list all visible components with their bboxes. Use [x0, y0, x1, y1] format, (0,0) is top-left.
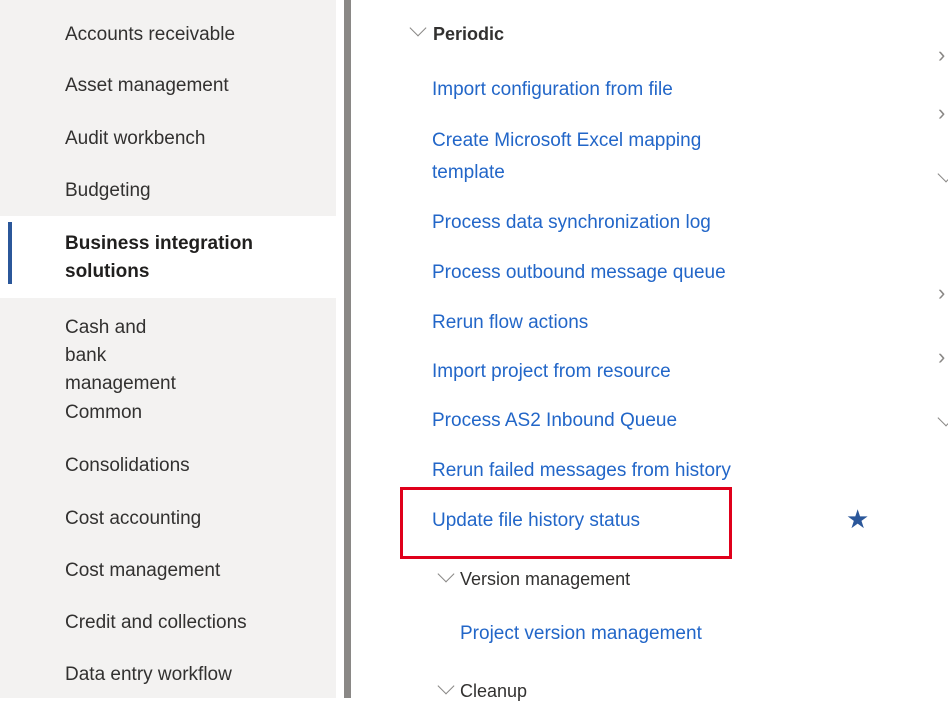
- link-import-configuration[interactable]: Import configuration from file: [432, 74, 673, 106]
- module-sidebar: Accounts receivable Asset management Aud…: [0, 0, 336, 698]
- sidebar-item-credit-and-collections[interactable]: Credit and collections: [0, 609, 336, 637]
- link-rerun-flow-actions[interactable]: Rerun flow actions: [432, 307, 588, 339]
- chevron-down-icon[interactable]: [937, 409, 948, 427]
- link-process-data-sync-log[interactable]: Process data synchronization log: [432, 207, 711, 239]
- sidebar-item-label: Asset management: [65, 75, 229, 96]
- active-indicator: [8, 222, 12, 284]
- section-title: Periodic: [433, 24, 505, 44]
- sidebar-item-label: Cost management: [65, 560, 221, 581]
- sidebar-item-label: Credit and collections: [65, 612, 247, 633]
- chevron-down-icon: [409, 19, 427, 37]
- sidebar-item-label: Data entry workflow: [65, 664, 232, 685]
- sidebar-item-cash-and-bank-management[interactable]: Cash and bank management: [0, 314, 336, 398]
- pane-divider[interactable]: [344, 0, 351, 698]
- chevron-right-icon[interactable]: ›: [938, 44, 945, 66]
- sidebar-item-cost-management[interactable]: Cost management: [0, 557, 336, 585]
- chevron-right-icon[interactable]: ›: [938, 102, 945, 124]
- sidebar-item-label: Audit workbench: [65, 128, 206, 149]
- link-process-as2-inbound[interactable]: Process AS2 Inbound Queue: [432, 405, 677, 437]
- link-create-excel-mapping[interactable]: Create Microsoft Excel mapping template: [432, 125, 762, 189]
- sidebar-item-label: Consolidations: [65, 455, 190, 476]
- sidebar-item-label: Budgeting: [65, 180, 151, 201]
- chevron-down-icon[interactable]: [937, 165, 948, 183]
- chevron-down-icon: [437, 677, 455, 695]
- link-project-version-management[interactable]: Project version management: [460, 618, 702, 650]
- star-icon[interactable]: ★: [846, 504, 869, 534]
- sidebar-item-accounts-receivable[interactable]: Accounts receivable: [0, 21, 336, 49]
- sidebar-item-label: Common: [65, 402, 143, 423]
- sidebar-item-label: Business integration solutions: [65, 233, 253, 282]
- sidebar-item-consolidations[interactable]: Consolidations: [0, 452, 336, 480]
- sidebar-item-label: Cost accounting: [65, 508, 202, 529]
- chevron-down-icon: [437, 565, 455, 583]
- sidebar-item-common[interactable]: Common: [0, 399, 336, 427]
- sidebar-item-label: Cash and bank management: [65, 317, 176, 394]
- sidebar-item-audit-workbench[interactable]: Audit workbench: [0, 125, 336, 153]
- subsection-title: Version management: [460, 569, 631, 589]
- sidebar-item-budgeting[interactable]: Budgeting: [0, 177, 336, 205]
- sidebar-item-cost-accounting[interactable]: Cost accounting: [0, 505, 336, 533]
- sidebar-item-asset-management[interactable]: Asset management: [0, 72, 336, 100]
- link-import-project[interactable]: Import project from resource: [432, 356, 671, 388]
- sidebar-item-label: Accounts receivable: [65, 24, 236, 45]
- subsection-title: Cleanup: [460, 681, 528, 701]
- chevron-right-icon[interactable]: ›: [938, 282, 945, 304]
- link-rerun-failed-messages[interactable]: Rerun failed messages from history: [432, 455, 731, 487]
- sidebar-item-data-entry-workflow[interactable]: Data entry workflow: [0, 661, 336, 689]
- sidebar-item-business-integration-solutions[interactable]: Business integration solutions: [0, 216, 336, 298]
- chevron-right-icon[interactable]: ›: [938, 346, 945, 368]
- highlight-box: [400, 487, 732, 559]
- link-process-outbound-queue[interactable]: Process outbound message queue: [432, 257, 726, 289]
